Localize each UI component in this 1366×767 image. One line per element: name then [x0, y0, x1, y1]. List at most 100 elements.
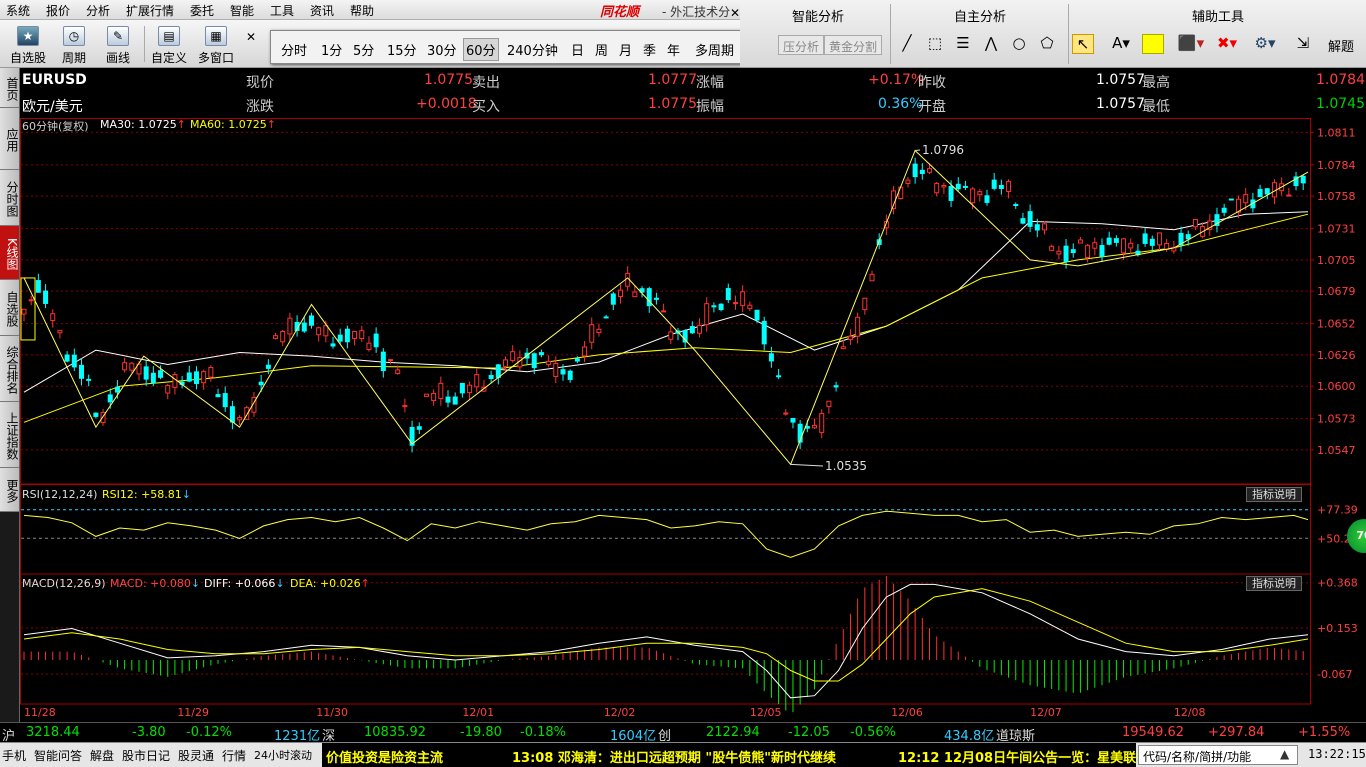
bookmark-icon[interactable]: ⬛▾ — [1176, 34, 1206, 54]
line-tool-icon[interactable]: ╱ — [896, 34, 918, 54]
tab-apps[interactable]: 应用 — [0, 108, 19, 170]
candle-body — [790, 417, 796, 423]
dea-value: DEA: +0.026↑ — [290, 577, 370, 590]
candle-body — [380, 351, 386, 372]
golden-section-button[interactable]: 黄金分割 — [824, 35, 883, 55]
color-picker-icon[interactable] — [1142, 34, 1164, 54]
period-15min[interactable]: 15分 — [387, 40, 417, 59]
period-multi[interactable]: 多周期 — [695, 40, 734, 59]
candle-body — [1070, 249, 1076, 254]
status-24h-news[interactable]: 24小时滚动 — [254, 747, 312, 763]
delete-icon[interactable]: ✖▾ — [1212, 34, 1242, 54]
period-60min[interactable]: 60分 — [463, 38, 499, 61]
date-tick-label: 11/29 — [177, 706, 209, 719]
period-intraday[interactable]: 分时 — [281, 40, 307, 59]
status-mobile[interactable]: 手机 — [2, 747, 26, 764]
candle-body — [833, 385, 839, 388]
macd-help-button[interactable]: 指标说明 — [1246, 576, 1302, 591]
menu-system[interactable]: 系统 — [6, 2, 30, 19]
circle-tool-icon[interactable]: ○ — [1008, 34, 1030, 54]
settings-gear-icon[interactable]: ⚙▾ — [1250, 34, 1280, 54]
tab-watchlist[interactable]: 自选股 — [0, 280, 19, 336]
panel-close-icon[interactable]: ✕ — [730, 6, 740, 20]
candle-body — [114, 386, 120, 393]
kline-chart[interactable]: 1.0796 1.0535 1.0811 1.0784 1.0758 1.0731 1.… — [20, 118, 1366, 722]
candle-body — [934, 182, 940, 194]
date-tick-label: 12/06 — [891, 706, 923, 719]
menu-trade[interactable]: 委托 — [190, 2, 214, 19]
draw-line-button[interactable]: ✎ 画线 — [98, 24, 138, 65]
price-tick-label: 1.0626 — [1317, 349, 1356, 362]
aux-tools-title: 辅助工具 — [1192, 10, 1245, 25]
solve-button[interactable]: 解题 — [1328, 36, 1354, 55]
period-week[interactable]: 周 — [595, 40, 608, 59]
period-240min[interactable]: 240分钟 — [507, 40, 558, 59]
candle-body — [229, 406, 235, 423]
polygon-tool-icon[interactable]: ⬠ — [1036, 34, 1058, 54]
right-tool-panel: 智能分析 自主分析 辅助工具 压分析 黄金分割 ╱ ⬚ ☰ ⋀ ○ ⬠ ↖ A▾… — [740, 0, 1366, 68]
rect-tool-icon[interactable]: ⬚ — [924, 34, 946, 54]
candle-body — [617, 289, 623, 298]
menu-extended-market[interactable]: 扩展行情 — [126, 2, 174, 19]
candle-body — [553, 362, 559, 378]
candle-body — [71, 354, 77, 368]
period-bar-close-icon[interactable]: ✕ — [246, 30, 262, 46]
menu-news[interactable]: 资讯 — [310, 2, 334, 19]
menu-smart[interactable]: 智能 — [230, 2, 254, 19]
news-ticker[interactable]: 价值投资是险资主流 13:08 邓海清：进出口远超预期 "股牛债熊"新时代继续 … — [322, 743, 1149, 767]
status-smart-qa[interactable]: 智能问答 — [34, 747, 82, 764]
news-item-2[interactable]: 13:08 邓海清：进出口远超预期 "股牛债熊"新时代继续 — [512, 747, 836, 766]
candle-body — [86, 378, 92, 381]
status-diary[interactable]: 股市日记 — [122, 747, 170, 764]
candle-body — [560, 369, 566, 375]
period-5min[interactable]: 5分 — [353, 40, 374, 59]
multi-window-button[interactable]: ▦ 多窗口 — [194, 24, 238, 65]
tab-home[interactable]: 首页 — [0, 68, 19, 108]
period-1min[interactable]: 1分 — [321, 40, 342, 59]
sz-value: 10835.92 — [364, 725, 427, 740]
candle-body — [538, 352, 544, 356]
tab-sh-index[interactable]: 上证指数 — [0, 402, 19, 468]
candle-body — [1156, 232, 1162, 246]
custom-button[interactable]: ▤ 自定义 — [148, 24, 190, 65]
candle-body — [1185, 234, 1191, 240]
fib-tool-icon[interactable]: ☰ — [952, 34, 974, 54]
search-dropdown-icon[interactable]: ▲ — [1280, 747, 1289, 761]
watchlist-button[interactable]: ★ 自选股 — [6, 24, 50, 65]
candle-body — [64, 354, 70, 362]
menu-tools[interactable]: 工具 — [270, 2, 294, 19]
value-price: 1.0775 — [424, 72, 473, 88]
period-button[interactable]: ◷ 周期 — [54, 24, 94, 65]
menu-quote[interactable]: 报价 — [46, 2, 70, 19]
period-month[interactable]: 月 — [619, 40, 632, 59]
period-day[interactable]: 日 — [571, 40, 584, 59]
tab-ranking[interactable]: 综合排名 — [0, 336, 19, 402]
text-tool-icon[interactable]: A▾ — [1106, 34, 1136, 54]
period-quarter[interactable]: 季 — [643, 40, 656, 59]
status-market-review[interactable]: 解盘 — [90, 747, 114, 764]
label-ask: 卖出 — [472, 75, 500, 91]
menu-analysis[interactable]: 分析 — [86, 2, 110, 19]
candle-body — [819, 413, 825, 433]
cursor-icon[interactable]: ↖ — [1072, 34, 1094, 54]
candle-body — [1027, 211, 1033, 227]
tab-intraday[interactable]: 分时图 — [0, 170, 19, 226]
news-item-1[interactable]: 价值投资是险资主流 — [326, 747, 443, 766]
search-input[interactable]: 代码/名称/简拼/功能 — [1138, 745, 1298, 765]
status-stock-link[interactable]: 股灵通 — [178, 747, 214, 764]
pressure-analysis-button[interactable]: 压分析 — [778, 35, 825, 55]
period-30min[interactable]: 30分 — [427, 40, 457, 59]
candle-body — [388, 359, 394, 362]
period-year[interactable]: 年 — [667, 40, 680, 59]
candle-body — [423, 393, 429, 397]
export-icon[interactable]: ⇲ — [1292, 34, 1314, 54]
news-item-3[interactable]: 12:12 12月08日午间公告一览：星美联合 — [898, 747, 1149, 766]
wave-tool-icon[interactable]: ⋀ — [980, 34, 1002, 54]
status-quotes[interactable]: 行情 — [222, 747, 246, 764]
label-prev-close: 昨收 — [918, 75, 946, 91]
menu-help[interactable]: 帮助 — [350, 2, 374, 19]
rsi-help-button[interactable]: 指标说明 — [1246, 487, 1302, 502]
candle-body — [653, 297, 659, 300]
tab-more[interactable]: 更多 — [0, 468, 19, 512]
tab-kline[interactable]: K线图 — [0, 226, 19, 280]
